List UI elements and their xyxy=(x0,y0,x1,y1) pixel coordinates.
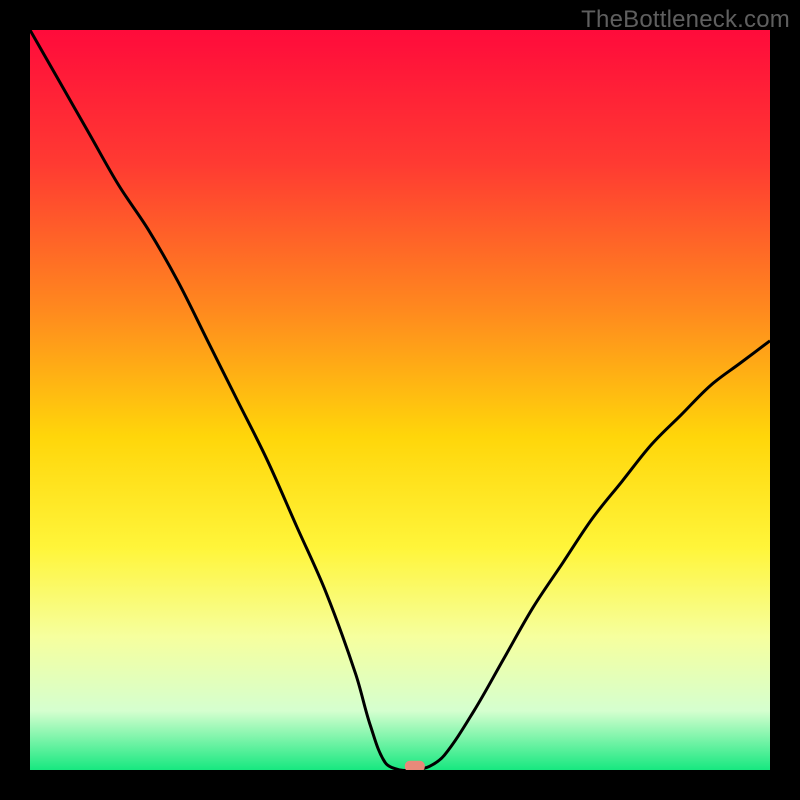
chart-frame: TheBottleneck.com xyxy=(0,0,800,800)
chart-plot xyxy=(30,30,770,770)
watermark-text: TheBottleneck.com xyxy=(581,6,790,34)
chart-background xyxy=(30,30,770,770)
min-marker xyxy=(405,761,425,770)
